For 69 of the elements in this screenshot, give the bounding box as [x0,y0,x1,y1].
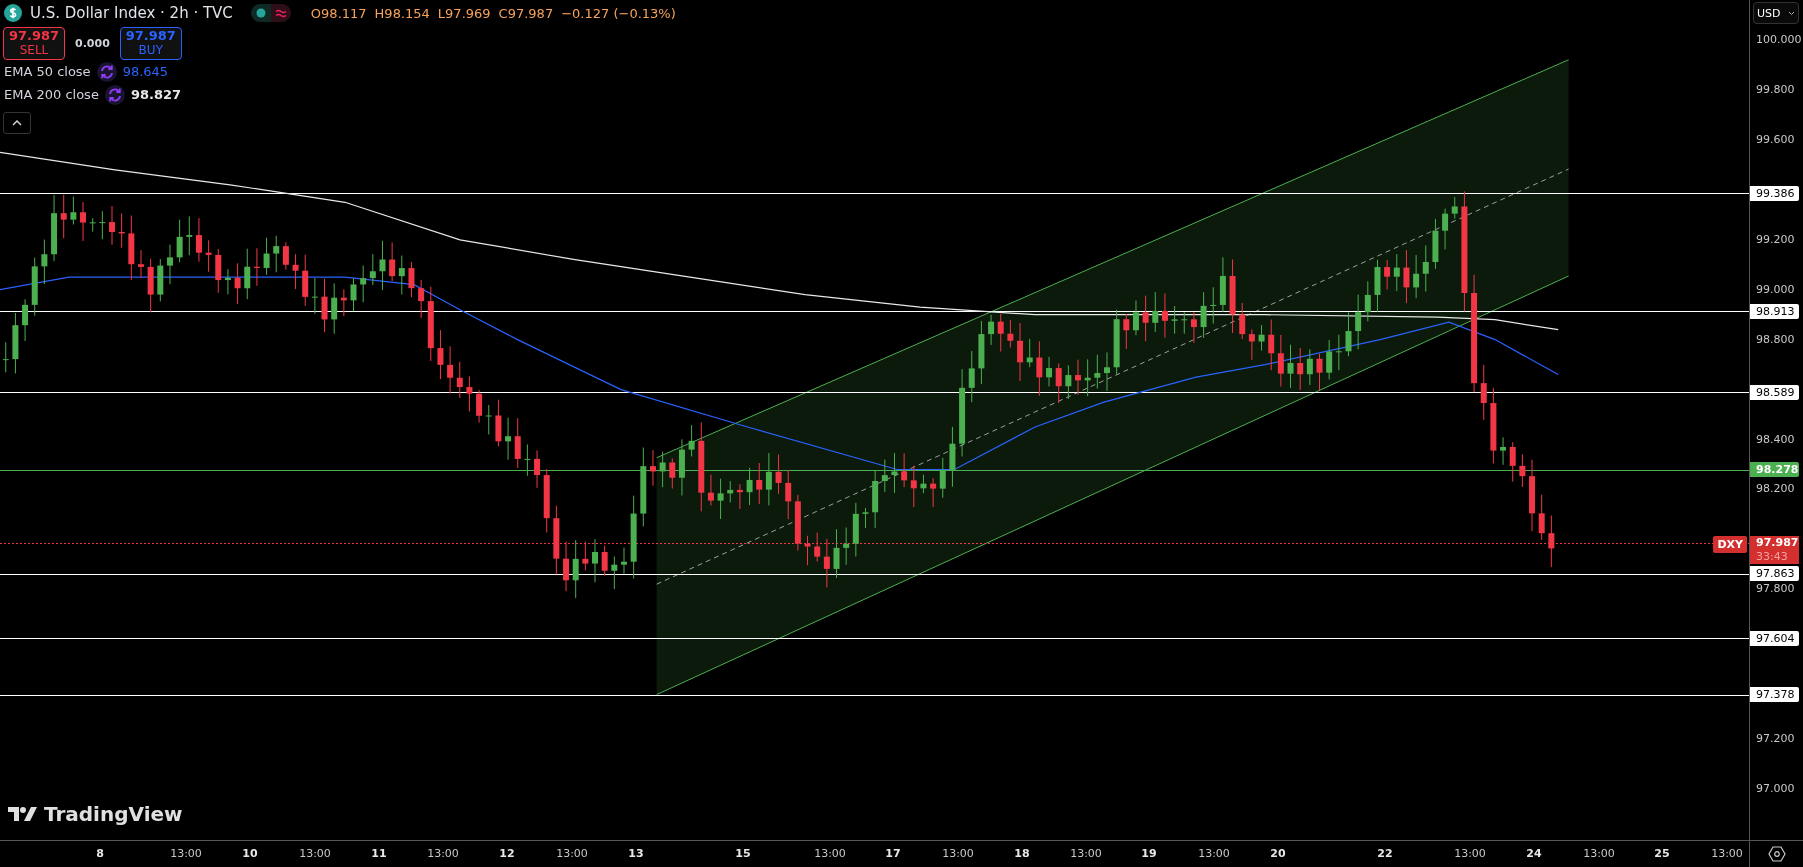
symbol-tag: DXY [1713,535,1747,553]
date-label: 19 [1141,847,1157,861]
spread-value: 0.000 [74,36,111,50]
settings-icon[interactable] [1767,846,1786,862]
price-label: 97.200 [1756,732,1795,747]
time-label: 13:00 [814,847,846,861]
date-label: 13 [628,847,644,861]
date-label: 10 [242,847,258,861]
caret-icon [1788,10,1795,16]
price-label: 97.800 [1756,582,1795,597]
time-label: 13:00 [299,847,331,861]
buy-button[interactable]: 97.987 BUY [119,26,182,60]
price-level-tag: 97.604 [1750,630,1799,646]
change-value: −0.127 (−0.13%) [561,5,676,21]
indicator-value: 98.827 [130,87,182,102]
price-label: 98.800 [1756,332,1795,347]
time-label: 13:00 [170,847,202,861]
last-price: 97.987 [1756,535,1799,550]
price-label: 98.200 [1756,482,1795,497]
logo-text[interactable]: TradingView [44,802,183,826]
date-label: 17 [885,847,901,861]
time-label: 13:00 [1198,847,1230,861]
date-label: 25 [1654,847,1670,861]
time-label: 13:00 [427,847,459,861]
time-label: 13:00 [1583,847,1615,861]
date-label: 22 [1377,847,1393,861]
time-label: 13:00 [942,847,974,861]
currency-dropdown[interactable]: USD [1753,2,1799,24]
date-label: 20 [1270,847,1286,861]
high-value: H98.154 [374,5,430,21]
sync-icon[interactable] [96,61,117,82]
open-value: O98.117 [310,5,367,21]
market-status-icon[interactable] [250,4,291,22]
time-label: 13:00 [1711,847,1743,861]
price-label: 98.400 [1756,432,1795,447]
indicator-name: EMA 50 close [4,64,91,79]
price-level-tag: 97.863 [1750,566,1799,582]
sync-icon[interactable] [104,84,125,105]
price-level-tag: 98.589 [1750,384,1799,400]
date-label: 18 [1014,847,1030,861]
low-value: L97.969 [437,5,491,21]
date-label: 24 [1526,847,1542,861]
price-label: 99.800 [1756,82,1795,97]
bar-countdown: 33:43 [1756,549,1789,564]
indicator-value: 98.645 [122,64,169,79]
time-label: 13:00 [556,847,588,861]
time-label: 13:00 [1070,847,1102,861]
collapse-button[interactable] [3,112,31,134]
price-level-tag: 98.913 [1750,303,1799,319]
indicator-name: EMA 200 close [4,87,99,102]
price-label: 100.000 [1756,33,1802,47]
price-level-tag: 97.378 [1750,687,1799,703]
price-label: 97.000 [1756,782,1795,797]
time-label: 13:00 [1454,847,1486,861]
price-level-tag: 98.278 [1750,462,1799,478]
symbol-title[interactable]: U.S. Dollar Index · 2h · TVC [30,4,233,22]
tradingview-logo-icon [8,806,38,822]
sell-button[interactable]: 97.987 SELL [3,26,65,60]
price-level-tag: 99.386 [1750,185,1799,201]
date-label: 15 [735,847,751,861]
date-label: 11 [371,847,387,861]
price-label: 99.200 [1756,232,1795,247]
price-label: 99.600 [1756,132,1795,147]
chevron-up-icon [12,120,22,126]
dollar-logo-icon [4,4,22,22]
price-label: 99.000 [1756,282,1795,297]
close-value: C97.987 [498,5,554,21]
date-label: 12 [499,847,515,861]
date-label: 8 [96,847,104,861]
